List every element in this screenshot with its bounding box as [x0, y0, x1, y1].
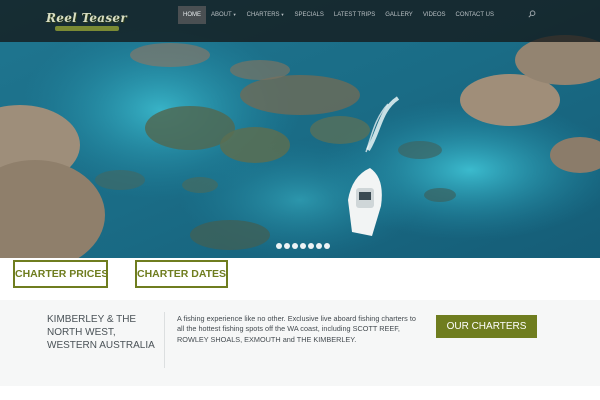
slider-dot[interactable] [292, 243, 298, 249]
slider-dot[interactable] [308, 243, 314, 249]
chevron-down-icon: ▼ [232, 12, 237, 17]
slider-dot[interactable] [316, 243, 322, 249]
nav-item-home[interactable]: HOME [178, 6, 206, 24]
charter-links-band: CHARTER PRICES CHARTER DATES [0, 258, 600, 300]
slider-dot[interactable] [300, 243, 306, 249]
slider-dot[interactable] [284, 243, 290, 249]
nav-item-specials[interactable]: SPECIALS [290, 6, 329, 24]
slider-dot[interactable] [324, 243, 330, 249]
nav-item-latest-trips[interactable]: LATEST TRIPS [329, 6, 380, 24]
page-footer-gap [0, 386, 600, 400]
chevron-down-icon: ▼ [280, 12, 285, 17]
page: Reel Teaser HOME ABOUT▼ CHARTERS▼ SPECIA… [0, 0, 600, 400]
main-nav: HOME ABOUT▼ CHARTERS▼ SPECIALS LATEST TR… [178, 6, 499, 24]
charter-prices-button[interactable]: CHARTER PRICES [13, 260, 108, 288]
intro-description: A fishing experience like no other. Excl… [177, 314, 416, 344]
section-divider [164, 312, 165, 368]
nav-item-about[interactable]: ABOUT▼ [206, 6, 242, 24]
logo-text: Reel Teaser [46, 11, 127, 25]
logo-tagline-bar [55, 26, 119, 31]
charter-dates-button[interactable]: CHARTER DATES [135, 260, 228, 288]
nav-item-contact-us[interactable]: CONTACT US [451, 6, 499, 24]
nav-item-charters[interactable]: CHARTERS▼ [242, 6, 290, 24]
nav-item-gallery[interactable]: GALLERY [380, 6, 418, 24]
our-charters-button[interactable]: OUR CHARTERS [436, 315, 537, 338]
site-header: Reel Teaser HOME ABOUT▼ CHARTERS▼ SPECIA… [0, 0, 600, 42]
site-logo[interactable]: Reel Teaser [46, 11, 127, 33]
slider-dot[interactable] [276, 243, 282, 249]
region-heading: KIMBERLEY & THE NORTH WEST, WESTERN AUST… [47, 314, 155, 351]
slider-dots [276, 243, 330, 249]
nav-item-videos[interactable]: VIDEOS [418, 6, 451, 24]
intro-section: KIMBERLEY & THE NORTH WEST, WESTERN AUST… [0, 300, 600, 386]
search-icon[interactable] [528, 10, 536, 18]
